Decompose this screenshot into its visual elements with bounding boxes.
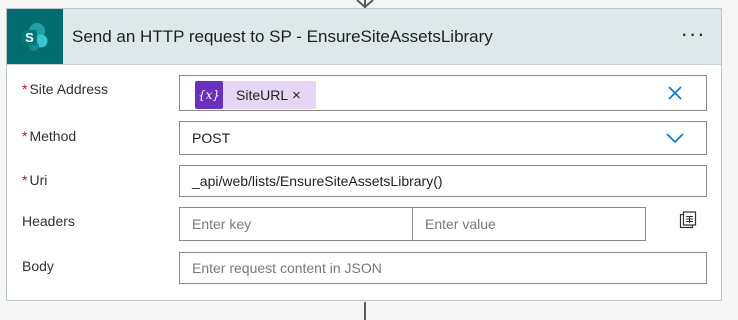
action-title[interactable]: Send an HTTP request to SP - EnsureSiteA… [72,9,493,64]
header-value-input[interactable]: Enter value [412,207,646,241]
uri-label-text: Uri [29,172,48,188]
method-value: POST [192,130,231,146]
clear-icon[interactable] [666,84,684,102]
method-label-text: Method [29,128,77,144]
action-card: S Send an HTTP request to SP - EnsureSit… [6,8,722,301]
header-key-input[interactable]: Enter key [179,207,413,241]
header-key-placeholder: Enter key [192,216,252,232]
body-input[interactable]: Enter request content in JSON [179,252,707,284]
svg-text:S: S [25,30,34,45]
method-dropdown[interactable]: POST [179,121,707,155]
token-label: SiteURL [236,87,289,103]
expression-icon: {x} [195,81,223,109]
body-label: Body [22,258,54,274]
required-mark: * [22,172,28,188]
more-options-button[interactable]: ··· [682,27,707,45]
token-remove-button[interactable]: × [292,81,301,110]
uri-label: * Uri [22,172,47,188]
site-address-label: * Site Address [22,81,108,97]
switch-to-text-mode-icon[interactable] [679,211,697,229]
body-placeholder: Enter request content in JSON [192,260,382,276]
chevron-down-icon[interactable] [666,132,684,144]
sharepoint-icon: S [7,9,63,64]
uri-value: _api/web/lists/EnsureSiteAssetsLibrary() [192,173,443,189]
required-mark: * [22,128,28,144]
method-label: * Method [22,128,76,144]
flow-connector-bottom [364,302,366,320]
site-address-label-text: Site Address [29,81,109,97]
required-mark: * [22,81,28,97]
headers-label: Headers [22,213,75,229]
header-value-placeholder: Enter value [425,216,496,232]
dynamic-content-token[interactable]: {x} SiteURL × [195,81,316,109]
uri-input[interactable]: _api/web/lists/EnsureSiteAssetsLibrary() [179,165,707,197]
action-card-header[interactable]: S Send an HTTP request to SP - EnsureSit… [7,9,721,65]
site-address-field[interactable]: {x} SiteURL × [179,75,707,111]
